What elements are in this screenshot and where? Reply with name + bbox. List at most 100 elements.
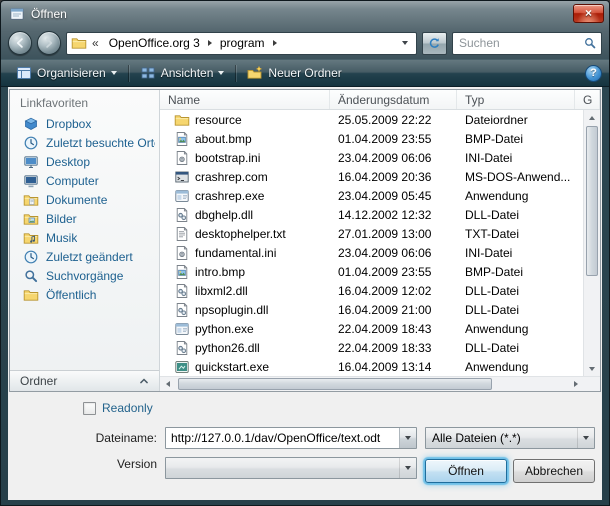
titlebar[interactable]: Öffnen × bbox=[1, 1, 609, 27]
breadcrumb-separator-icon[interactable] bbox=[208, 40, 212, 46]
horizontal-scroll-thumb[interactable] bbox=[178, 378, 492, 390]
views-button[interactable]: Ansichten bbox=[132, 62, 233, 84]
scroll-right-button[interactable] bbox=[568, 377, 584, 391]
version-dropdown-button[interactable] bbox=[399, 458, 416, 478]
file-name: fundamental.ini bbox=[195, 246, 276, 260]
breadcrumb-overflow-button[interactable]: « bbox=[89, 36, 102, 50]
file-row[interactable]: python26.dll22.04.2009 18:33DLL-Datei bbox=[160, 338, 583, 357]
file-row[interactable]: about.bmp01.04.2009 23:55BMP-Datei bbox=[160, 129, 583, 148]
new-folder-button[interactable]: Neuer Ordner bbox=[239, 62, 349, 84]
version-dropdown[interactable] bbox=[165, 457, 417, 479]
favorites-title: Linkfavoriten bbox=[10, 90, 159, 114]
file-type: BMP-Datei bbox=[457, 265, 575, 279]
file-date: 16.04.2009 12:02 bbox=[330, 284, 457, 298]
filetype-dropdown-button[interactable] bbox=[577, 428, 594, 448]
search-icon[interactable] bbox=[583, 36, 597, 50]
breadcrumb-dropdown-button[interactable] bbox=[398, 41, 412, 45]
folders-expander[interactable]: Ordner bbox=[10, 370, 159, 391]
file-name: crashrep.exe bbox=[195, 189, 264, 203]
file-type: Anwendung bbox=[457, 189, 575, 203]
file-row[interactable]: npsoplugin.dll16.04.2009 21:00DLL-Datei bbox=[160, 300, 583, 319]
sidebar-item[interactable]: Dropbox bbox=[10, 114, 159, 133]
file-name: intro.bmp bbox=[195, 265, 245, 279]
ini-icon bbox=[174, 150, 190, 166]
sidebar-item-label: Suchvorgänge bbox=[46, 269, 123, 283]
column-header[interactable]: Änderungsdatum bbox=[330, 90, 457, 109]
filetype-dropdown[interactable]: Alle Dateien (*.*) bbox=[425, 427, 595, 449]
open-button[interactable]: Öffnen bbox=[425, 459, 507, 483]
file-type: DLL-Datei bbox=[457, 208, 575, 222]
sidebar-item[interactable]: Musik bbox=[10, 228, 159, 247]
organize-icon bbox=[16, 65, 32, 81]
scroll-down-button[interactable] bbox=[584, 361, 600, 376]
chevron-down-icon bbox=[218, 71, 224, 75]
file-type: BMP-Datei bbox=[457, 132, 575, 146]
forward-arrow-icon bbox=[43, 37, 55, 49]
sidebar-item[interactable]: Zuletzt geändert bbox=[10, 247, 159, 266]
dll-icon bbox=[174, 207, 190, 223]
file-type: DLL-Datei bbox=[457, 303, 575, 317]
file-type: DLL-Datei bbox=[457, 341, 575, 355]
file-row[interactable]: intro.bmp01.04.2009 23:55BMP-Datei bbox=[160, 262, 583, 281]
sidebar-item[interactable]: Dokumente bbox=[10, 190, 159, 209]
scroll-up-button[interactable] bbox=[584, 110, 600, 125]
sidebar-item[interactable]: Öffentlich bbox=[10, 285, 159, 304]
filename-dropdown-button[interactable] bbox=[399, 428, 416, 448]
column-header[interactable]: Name bbox=[160, 90, 330, 109]
sidebar-item[interactable]: Computer bbox=[10, 171, 159, 190]
sidebar-item[interactable]: Suchvorgänge bbox=[10, 266, 159, 285]
readonly-checkbox[interactable] bbox=[83, 402, 96, 415]
vertical-scroll-thumb[interactable] bbox=[586, 126, 598, 276]
forward-button[interactable] bbox=[37, 31, 61, 55]
refresh-button[interactable] bbox=[422, 32, 447, 55]
sidebar-item[interactable]: Bilder bbox=[10, 209, 159, 228]
horizontal-scrollbar[interactable] bbox=[160, 376, 600, 391]
file-row[interactable]: quickstart.exe16.04.2009 13:14Anwendung bbox=[160, 357, 583, 376]
file-name-cell: about.bmp bbox=[160, 131, 330, 147]
file-row[interactable]: crashrep.exe 23.04.2009 05:45Anwendung bbox=[160, 186, 583, 205]
file-name-cell: dbghelp.dll bbox=[160, 207, 330, 223]
organize-button[interactable]: Organisieren bbox=[8, 62, 125, 84]
close-button[interactable]: × bbox=[573, 4, 604, 23]
file-date: 23.04.2009 05:45 bbox=[330, 189, 457, 203]
file-row[interactable]: fundamental.ini23.04.2009 06:06INI-Datei bbox=[160, 243, 583, 262]
file-row[interactable]: resource25.05.2009 22:22Dateiordner bbox=[160, 110, 583, 129]
help-button[interactable]: ? bbox=[585, 65, 602, 82]
horizontal-scroll-track[interactable] bbox=[176, 377, 568, 391]
dropbox-icon bbox=[23, 116, 39, 132]
search-input[interactable] bbox=[459, 36, 583, 50]
chevron-down-icon bbox=[405, 436, 411, 440]
file-name: crashrep.com bbox=[195, 170, 268, 184]
scroll-left-button[interactable] bbox=[160, 377, 176, 391]
file-name: npsoplugin.dll bbox=[195, 303, 268, 317]
exe-icon bbox=[174, 188, 190, 204]
file-row[interactable]: dbghelp.dll14.12.2002 12:32DLL-Datei bbox=[160, 205, 583, 224]
breadcrumb-item[interactable]: OpenOffice.org 3 bbox=[104, 35, 205, 51]
vertical-scrollbar[interactable] bbox=[583, 110, 600, 376]
breadcrumb-separator-icon[interactable] bbox=[273, 40, 277, 46]
breadcrumb[interactable]: « OpenOffice.org 3 program bbox=[66, 32, 417, 55]
filelist-body: resource25.05.2009 22:22Dateiordnerabout… bbox=[160, 110, 600, 376]
file-row[interactable]: python.exe22.04.2009 18:43Anwendung bbox=[160, 319, 583, 338]
sidebar-item-label: Desktop bbox=[46, 155, 90, 169]
chevron-down-icon bbox=[583, 436, 589, 440]
readonly-label[interactable]: Readonly bbox=[102, 401, 153, 415]
cancel-button[interactable]: Abbrechen bbox=[513, 459, 595, 483]
file-row[interactable]: crashrep.com16.04.2009 20:36MS-DOS-Anwen… bbox=[160, 167, 583, 186]
filename-combobox[interactable] bbox=[165, 427, 417, 449]
filename-input[interactable] bbox=[166, 428, 399, 448]
views-icon bbox=[140, 65, 156, 81]
breadcrumb-item[interactable]: program bbox=[215, 35, 270, 51]
file-name: python26.dll bbox=[195, 341, 260, 355]
column-header[interactable]: G bbox=[575, 90, 600, 109]
file-row[interactable]: desktophelper.txt27.01.2009 13:00TXT-Dat… bbox=[160, 224, 583, 243]
back-button[interactable] bbox=[8, 31, 32, 55]
sidebar-item[interactable]: Desktop bbox=[10, 152, 159, 171]
sidebar-item-label: Öffentlich bbox=[46, 288, 96, 302]
sidebar-item[interactable]: Zuletzt besuchte Orte bbox=[10, 133, 159, 152]
file-row[interactable]: bootstrap.ini23.04.2009 06:06INI-Datei bbox=[160, 148, 583, 167]
file-row[interactable]: libxml2.dll16.04.2009 12:02DLL-Datei bbox=[160, 281, 583, 300]
column-header[interactable]: Typ bbox=[457, 90, 575, 109]
file-date: 25.05.2009 22:22 bbox=[330, 113, 457, 127]
file-type: Dateiordner bbox=[457, 113, 575, 127]
